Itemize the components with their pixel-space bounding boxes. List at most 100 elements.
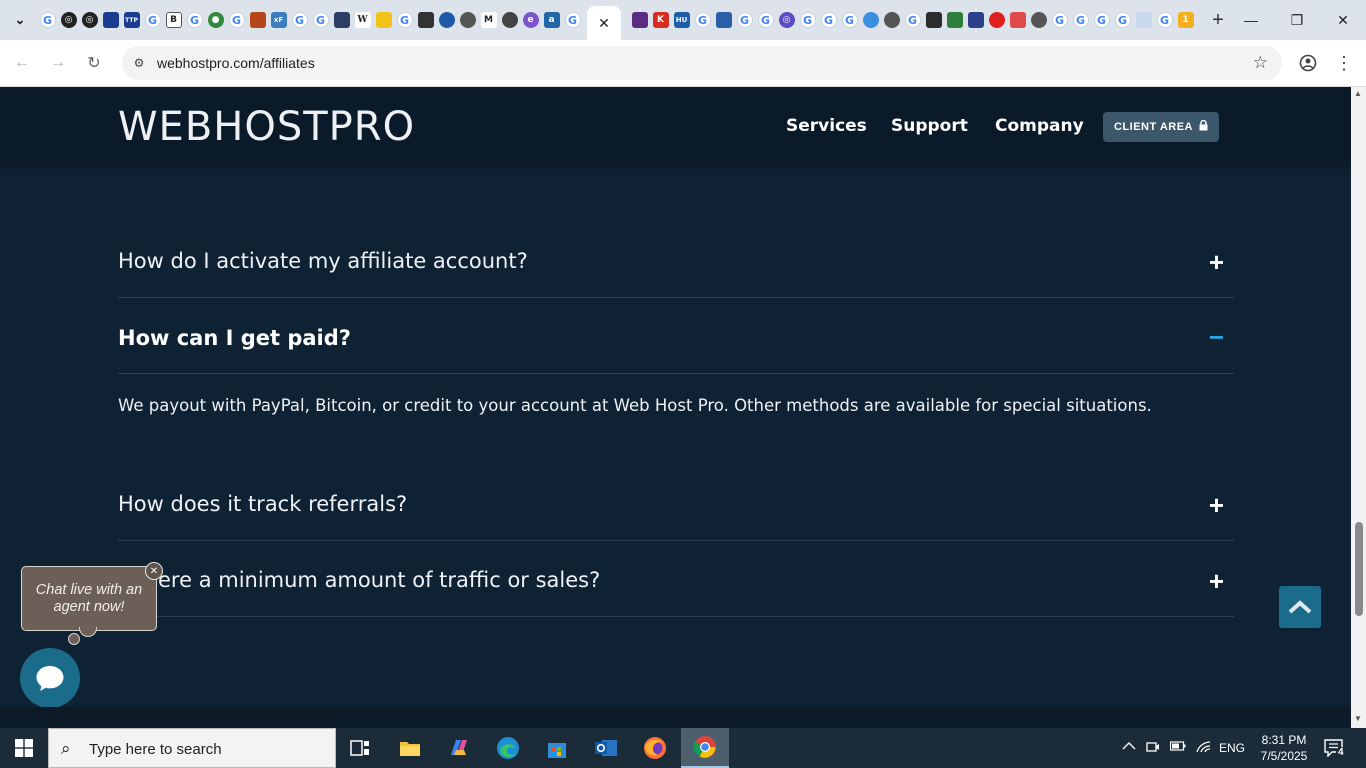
tab-search-dropdown-icon[interactable]: ⌄ — [7, 7, 33, 33]
close-window-button[interactable]: ✕ — [1320, 0, 1366, 40]
system-clock[interactable]: 8:31 PM 7/5/2025 — [1254, 732, 1314, 764]
plus-icon[interactable]: + — [1209, 492, 1224, 518]
ttp-tab-icon[interactable] — [102, 12, 119, 28]
bookmark-star-icon[interactable]: ☆ — [1253, 53, 1268, 73]
edge-icon[interactable] — [484, 728, 532, 768]
a-tab-icon[interactable]: a — [543, 12, 560, 28]
nav-services[interactable]: Services — [786, 116, 867, 136]
url-text[interactable]: webhostpro.com/affiliates — [157, 55, 315, 71]
battery-icon[interactable] — [1169, 740, 1186, 755]
purple-e-tab-icon[interactable]: e — [522, 12, 539, 28]
meet-now-icon[interactable] — [1146, 740, 1160, 757]
chrome-icon[interactable] — [681, 728, 729, 768]
google-tab-icon-14[interactable]: G — [841, 12, 858, 28]
chat-prompt-bubble[interactable]: Chat live with an agent now! — [21, 566, 157, 631]
google-tab-icon-9[interactable]: G — [694, 12, 711, 28]
faq-item-track-referrals[interactable]: How does it track referrals? + — [118, 464, 1234, 541]
google-tab-icon-19[interactable]: G — [1114, 12, 1131, 28]
red-f-tab-icon[interactable] — [1009, 12, 1026, 28]
blue-round-tab-icon[interactable] — [438, 12, 455, 28]
globe-tab-icon[interactable] — [883, 12, 900, 28]
food-tab-icon[interactable] — [249, 12, 266, 28]
taskbar-search-box[interactable]: ⌕ Type here to search — [48, 728, 336, 768]
start-button[interactable] — [0, 728, 48, 768]
google-tab-icon-2[interactable]: G — [144, 12, 161, 28]
back-icon[interactable]: ← — [10, 51, 34, 75]
openai-tab-icon-2[interactable]: ◎ — [81, 12, 98, 28]
ttp-tab-icon-2[interactable]: TTP — [123, 12, 140, 28]
scroll-down-icon[interactable]: ▼ — [1354, 714, 1362, 723]
active-tab-close-icon[interactable]: ✕ — [587, 6, 621, 40]
profile-icon[interactable] — [1296, 51, 1320, 75]
circle-tab-icon[interactable]: ◎ — [778, 12, 795, 28]
task-view-icon[interactable] — [336, 728, 384, 768]
microsoft-store-icon[interactable] — [533, 728, 581, 768]
back-to-top-button[interactable] — [1279, 586, 1321, 628]
yellow-1-tab-icon[interactable]: 1 — [1177, 12, 1194, 28]
flag-tab-icon[interactable] — [967, 12, 984, 28]
openai-tab-icon[interactable]: ◎ — [60, 12, 77, 28]
google-tab-icon-18[interactable]: G — [1093, 12, 1110, 28]
google-tab-icon-20[interactable]: G — [1156, 12, 1173, 28]
b-tab-icon[interactable]: B — [165, 12, 182, 28]
google-tab-icon-6[interactable]: G — [312, 12, 329, 28]
google-tab-icon-5[interactable]: G — [291, 12, 308, 28]
google-tab-icon[interactable]: G — [39, 12, 56, 28]
site-logo[interactable]: WEBHOSTPRO — [118, 104, 415, 150]
minimize-button[interactable]: — — [1228, 0, 1274, 40]
faq-item-activate[interactable]: How do I activate my affiliate account? … — [118, 221, 1234, 298]
new-tab-button[interactable]: + — [1206, 9, 1230, 32]
restore-button[interactable]: ❐ — [1274, 0, 1320, 40]
google-tab-icon-15[interactable]: G — [904, 12, 921, 28]
outlook-icon[interactable] — [582, 728, 630, 768]
firefox-icon[interactable] — [631, 728, 679, 768]
chart-tab-icon[interactable] — [946, 12, 963, 28]
faq-question[interactable]: How do I activate my affiliate account? — [118, 249, 528, 273]
opera-tab-icon[interactable] — [988, 12, 1005, 28]
google-tab-icon-10[interactable]: G — [736, 12, 753, 28]
google-tab-icon-11[interactable]: G — [757, 12, 774, 28]
google-tab-icon-7[interactable]: G — [396, 12, 413, 28]
medium-tab-icon[interactable]: M — [480, 12, 497, 28]
site-info-icon[interactable]: ⚙ — [130, 54, 148, 72]
k-tab-icon[interactable]: K — [652, 12, 669, 28]
minus-icon[interactable]: − — [1209, 324, 1224, 350]
address-bar[interactable]: ⚙ webhostpro.com/affiliates ☆ — [122, 46, 1282, 80]
google-tab-icon-13[interactable]: G — [820, 12, 837, 28]
google-tab-icon-12[interactable]: G — [799, 12, 816, 28]
vector-tab-icon[interactable] — [417, 12, 434, 28]
plus-icon[interactable]: + — [1209, 568, 1224, 594]
dark-tab-icon[interactable] — [925, 12, 942, 28]
green-globe-tab-icon[interactable]: ● — [207, 12, 224, 28]
grad-cap-tab-icon[interactable] — [333, 12, 350, 28]
avatar-tab-icon[interactable] — [459, 12, 476, 28]
google-tab-icon-4[interactable]: G — [228, 12, 245, 28]
google-tab-icon-8[interactable]: G — [564, 12, 581, 28]
notification-center-icon[interactable]: 4 — [1324, 739, 1346, 760]
chat-launcher-button[interactable] — [20, 648, 80, 707]
wikipedia-tab-icon[interactable]: W — [354, 12, 371, 28]
nav-company[interactable]: Company — [995, 116, 1084, 136]
faq-item-minimum-traffic[interactable]: ere a minimum amount of traffic or sales… — [118, 541, 1234, 617]
nav-support[interactable]: Support — [891, 116, 968, 136]
faq-question[interactable]: How can I get paid? — [118, 326, 351, 350]
page-scrollbar[interactable]: ▲ ▼ — [1351, 87, 1366, 728]
client-area-button[interactable]: CLIENT AREA — [1103, 112, 1219, 142]
google-tab-icon-3[interactable]: G — [186, 12, 203, 28]
plus-icon[interactable]: + — [1209, 249, 1224, 275]
language-indicator[interactable]: ENG — [1219, 741, 1245, 755]
menu-dots-icon[interactable]: ⋮ — [1332, 51, 1356, 75]
grid-tab-icon[interactable] — [631, 12, 648, 28]
faq-question[interactable]: ere a minimum amount of traffic or sales… — [158, 568, 600, 592]
faq-item-get-paid[interactable]: How can I get paid? − — [118, 298, 1234, 374]
xf-tab-icon[interactable]: xF — [270, 12, 287, 28]
person-tab-icon[interactable] — [501, 12, 518, 28]
google-tab-icon-16[interactable]: G — [1051, 12, 1068, 28]
wifi-icon[interactable] — [1195, 740, 1211, 756]
chat-prompt-close-icon[interactable]: ✕ — [145, 562, 163, 580]
scroll-up-icon[interactable]: ▲ — [1354, 89, 1362, 98]
yellow-tab-icon[interactable] — [375, 12, 392, 28]
hu-tab-icon[interactable]: HU — [673, 12, 690, 28]
file-explorer-icon[interactable] — [386, 728, 434, 768]
faq-question[interactable]: How does it track referrals? — [118, 492, 407, 516]
